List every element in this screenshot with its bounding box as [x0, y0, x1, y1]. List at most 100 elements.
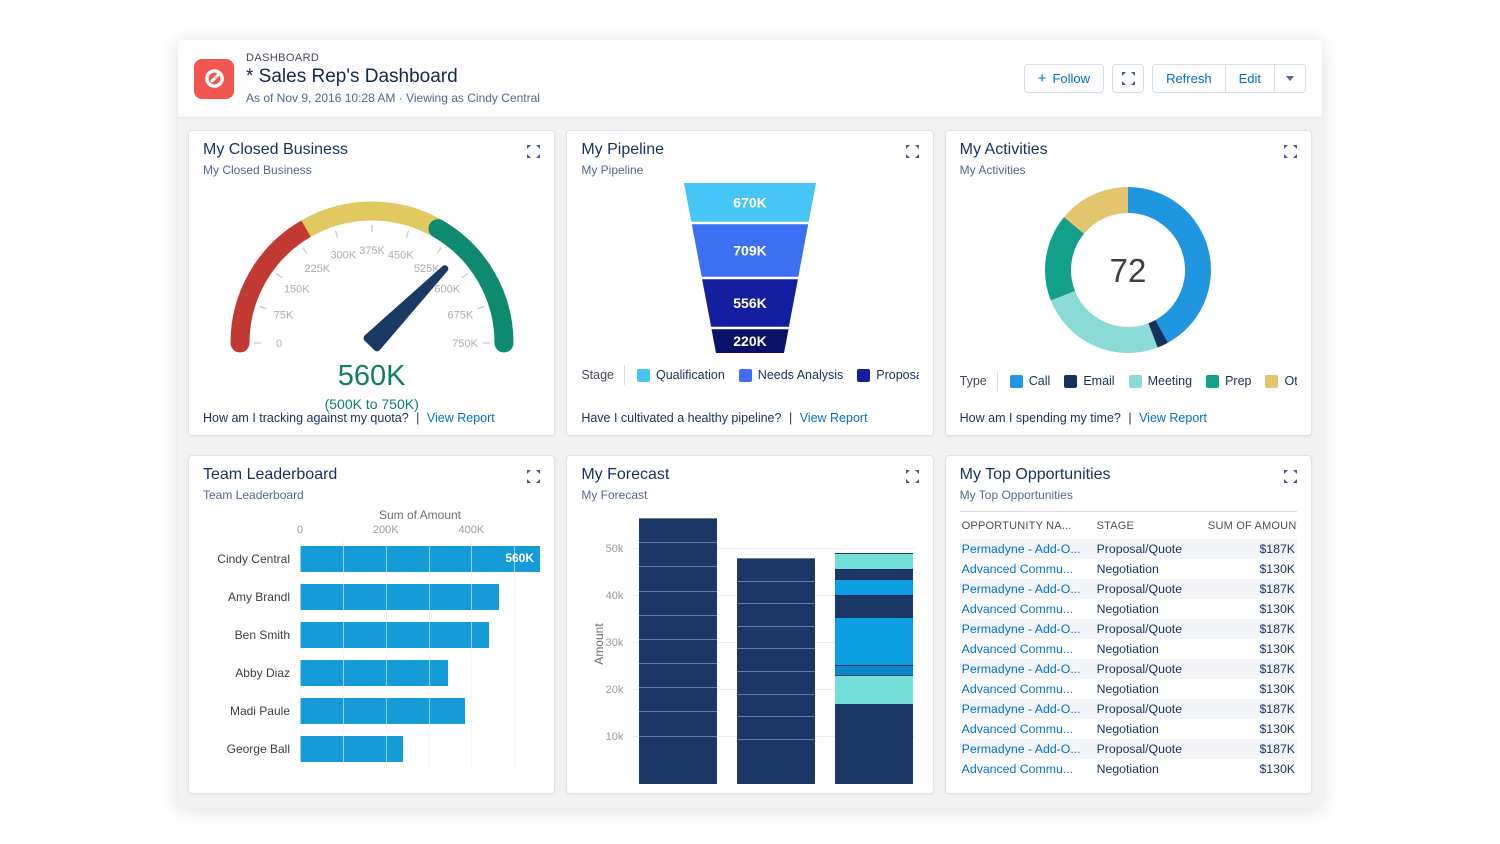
column-header-sum-of-amount[interactable]: SUM OF AMOUNT [1206, 512, 1297, 540]
opportunity-link[interactable]: Advanced Commu... [962, 722, 1073, 736]
leaderboard-bar[interactable] [300, 736, 403, 762]
donut-segment[interactable] [1063, 296, 1153, 340]
expand-icon [906, 145, 919, 158]
forecast-bar-segment[interactable] [639, 518, 717, 542]
forecast-bar-segment[interactable] [639, 736, 717, 760]
forecast-bar-segment[interactable] [737, 671, 815, 694]
opportunity-link[interactable]: Permadyne - Add-O... [962, 742, 1081, 756]
funnel-chart[interactable]: 670K709K556K220K [585, 183, 915, 355]
leaderboard-bar[interactable] [300, 660, 448, 686]
more-actions-button[interactable] [1274, 64, 1306, 93]
opportunity-link[interactable]: Advanced Commu... [962, 642, 1073, 656]
four-arrows-icon [1122, 72, 1135, 85]
footer-question: How am I tracking against my quota? [203, 411, 409, 425]
card-title: My Top Opportunities [960, 466, 1297, 484]
forecast-bar-segment[interactable] [639, 542, 717, 566]
legend-swatch-icon [1206, 375, 1219, 388]
forecast-bar-segment[interactable] [639, 760, 717, 784]
table-header-row: OPPORTUNITY NA... STAGE SUM OF AMOUNT [960, 512, 1297, 540]
axis-tick-label: 400K [459, 524, 485, 536]
follow-button[interactable]: + Follow [1024, 64, 1104, 93]
forecast-bar-segment[interactable] [639, 639, 717, 663]
amount-cell: $187K [1206, 699, 1297, 719]
forecast-bar-segment[interactable] [639, 687, 717, 711]
forecast-bar-segment[interactable] [737, 761, 815, 784]
icon-button[interactable] [1112, 64, 1144, 93]
forecast-bar-segment[interactable] [835, 704, 913, 784]
view-report-link[interactable]: View Report [427, 411, 495, 425]
forecast-bar-segment[interactable] [737, 626, 815, 649]
forecast-bar[interactable] [835, 553, 913, 784]
forecast-bar-segment[interactable] [835, 595, 913, 617]
table-row: Permadyne - Add-O... Proposal/Quote $187… [960, 659, 1297, 679]
donut-segment[interactable] [1153, 331, 1162, 335]
leaderboard-bar[interactable]: 560K [300, 546, 540, 572]
forecast-bar-segment[interactable] [737, 603, 815, 626]
forecast-bar-segment[interactable] [639, 663, 717, 687]
legend-swatch-icon [1265, 375, 1278, 388]
opportunity-link[interactable]: Permadyne - Add-O... [962, 662, 1081, 676]
forecast-bar-segment[interactable] [835, 617, 913, 665]
forecast-bar-segment[interactable] [835, 579, 913, 595]
edit-button[interactable]: Edit [1225, 64, 1274, 93]
card-subtitle: My Top Opportunities [960, 488, 1297, 502]
forecast-bar-segment[interactable] [835, 553, 913, 569]
opportunity-link[interactable]: Advanced Commu... [962, 682, 1073, 696]
forecast-bar-segment[interactable] [835, 569, 913, 579]
expand-button[interactable] [525, 143, 542, 163]
expand-button[interactable] [1282, 468, 1299, 488]
forecast-bar-segment[interactable] [737, 739, 815, 762]
legend-item: Call [1010, 374, 1051, 388]
forecast-bar-segment[interactable] [737, 558, 815, 581]
expand-button[interactable] [904, 468, 921, 488]
table-row: Advanced Commu... Negotiation $130K [960, 559, 1297, 579]
view-report-link[interactable]: View Report [800, 411, 868, 425]
forecast-bar-segment[interactable] [639, 615, 717, 639]
opportunity-link[interactable]: Permadyne - Add-O... [962, 542, 1081, 556]
legend-title: Stage [581, 368, 614, 382]
forecast-bar-segment[interactable] [737, 694, 815, 717]
donut-segment[interactable] [1074, 200, 1128, 225]
view-report-link[interactable]: View Report [1139, 411, 1207, 425]
opportunity-link[interactable]: Permadyne - Add-O... [962, 582, 1081, 596]
forecast-bar-segment[interactable] [639, 591, 717, 615]
axis-tick-label: 50k [591, 543, 623, 555]
x-axis-ticks: 0200K400K [300, 524, 540, 540]
donut-segment[interactable] [1058, 225, 1074, 295]
forecast-bar-segment[interactable] [835, 675, 913, 704]
expand-button[interactable] [525, 468, 542, 488]
forecast-bar-segment[interactable] [639, 711, 717, 735]
expand-icon [1284, 145, 1297, 158]
legend-item: Email [1064, 374, 1114, 388]
stage-cell: Proposal/Quote [1095, 619, 1206, 639]
forecast-bar-segment[interactable] [835, 665, 913, 675]
axis-tick-label: 10k [591, 731, 623, 743]
leaderboard-bar[interactable] [300, 698, 465, 724]
forecast-bar-segment[interactable] [737, 716, 815, 739]
opportunity-link[interactable]: Advanced Commu... [962, 762, 1073, 776]
opportunity-link[interactable]: Advanced Commu... [962, 602, 1073, 616]
column-header-stage[interactable]: STAGE [1095, 512, 1206, 540]
leaderboard-bar[interactable] [300, 584, 499, 610]
gauge-value: 560K [203, 360, 540, 393]
opportunity-link[interactable]: Permadyne - Add-O... [962, 702, 1081, 716]
refresh-button[interactable]: Refresh [1152, 64, 1225, 93]
opportunity-link[interactable]: Permadyne - Add-O... [962, 622, 1081, 636]
legend-swatch-icon [857, 369, 870, 382]
donut-chart[interactable]: 72 [1037, 179, 1219, 361]
expand-button[interactable] [1282, 143, 1299, 163]
forecast-bar-segment[interactable] [737, 581, 815, 604]
forecast-bar[interactable] [737, 558, 815, 784]
opportunity-link[interactable]: Advanced Commu... [962, 562, 1073, 576]
expand-button[interactable] [904, 143, 921, 163]
forecast-bar-segment[interactable] [737, 648, 815, 671]
card-my-forecast: My Forecast My Forecast Amount10k20k30k4… [566, 455, 933, 794]
forecast-bar-segment[interactable] [639, 566, 717, 590]
leaderboard-bar[interactable] [300, 622, 489, 648]
amount-cell: $187K [1206, 659, 1297, 679]
legend-label: Meeting [1148, 374, 1192, 388]
legend-label: Prep [1225, 374, 1251, 388]
column-header-opportunity-name[interactable]: OPPORTUNITY NA... [960, 512, 1095, 540]
gauge-chart-area[interactable]: 075K150K225K300K375K450K525K600K675K750K… [203, 185, 540, 412]
forecast-bar[interactable] [639, 518, 717, 784]
